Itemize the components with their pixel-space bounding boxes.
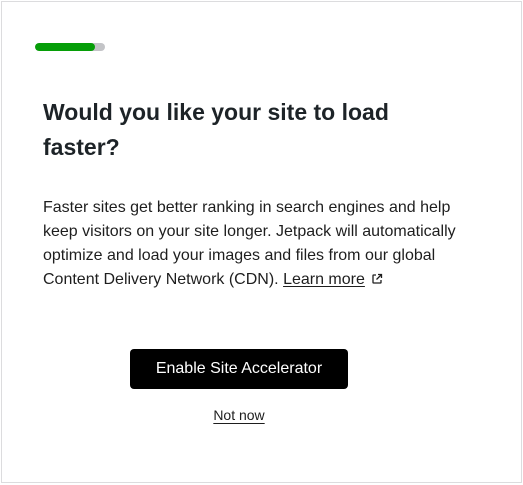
dialog-title: Would you like your site to load faster? <box>43 99 389 160</box>
not-now-label: Not now <box>213 407 265 423</box>
onboarding-card: Would you like your site to load faster?… <box>1 1 522 483</box>
dialog-description: Faster sites get better ranking in searc… <box>43 196 488 292</box>
external-link-icon[interactable] <box>371 273 383 285</box>
enable-site-accelerator-button[interactable]: Enable Site Accelerator <box>130 349 348 389</box>
not-now-button[interactable]: Not now <box>202 406 276 424</box>
progress-bar-fill <box>35 43 95 51</box>
progress-bar <box>35 43 105 51</box>
description-text: Faster sites get better ranking in searc… <box>43 199 456 288</box>
learn-more-link[interactable]: Learn more <box>283 271 365 288</box>
learn-more-label: Learn more <box>283 271 365 288</box>
